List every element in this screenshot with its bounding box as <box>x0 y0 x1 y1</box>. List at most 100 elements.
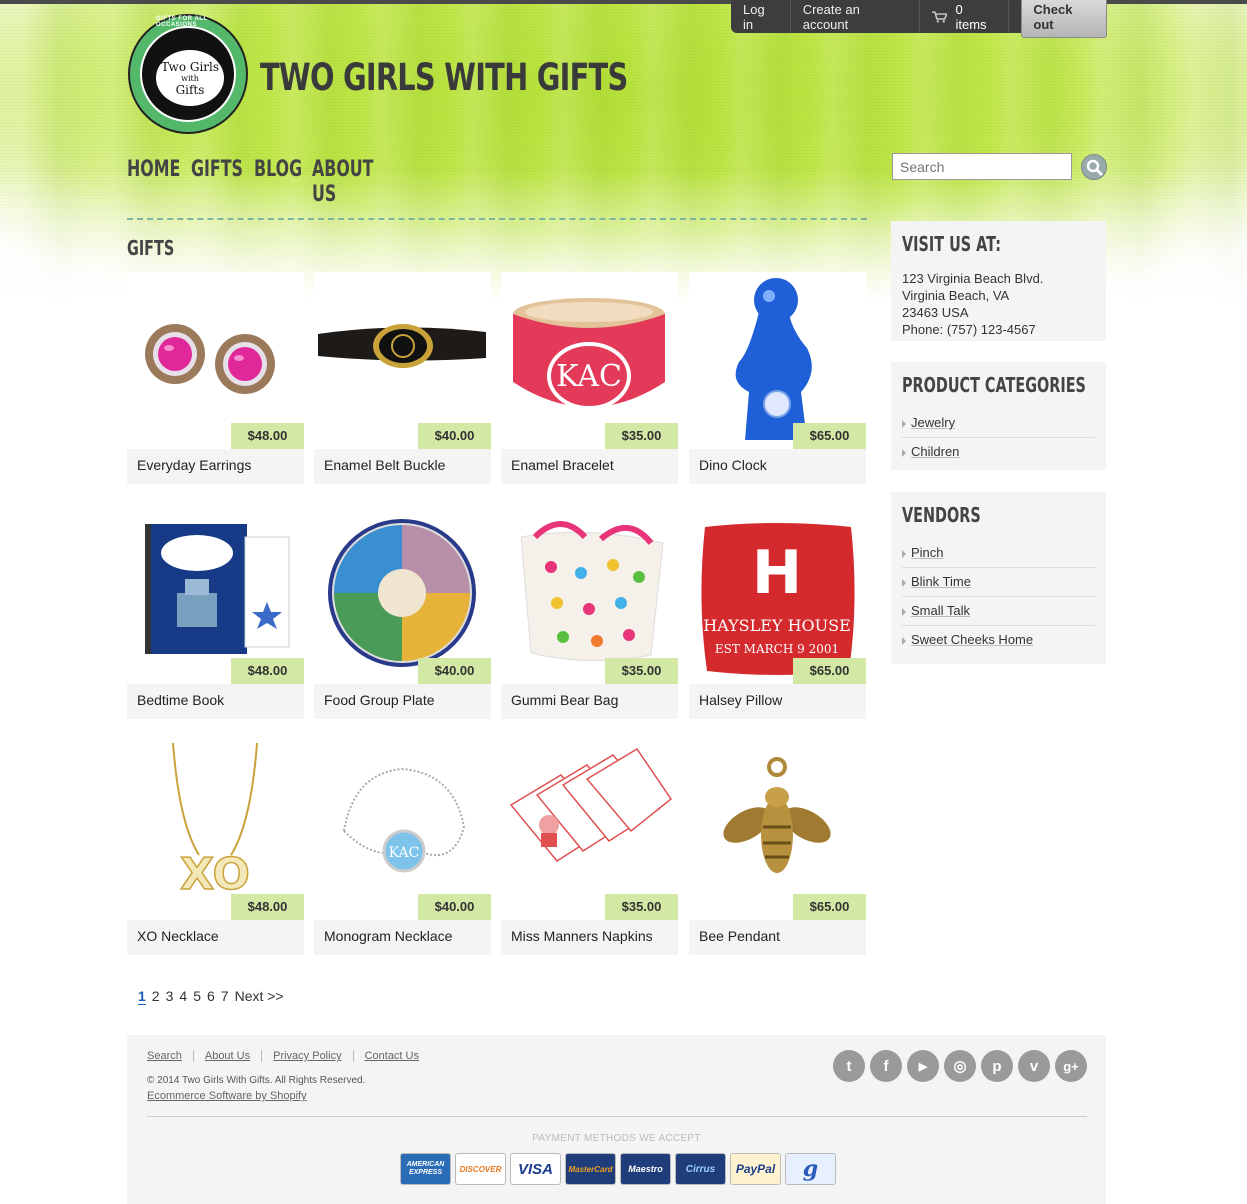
product-card[interactable]: KAC $40.00 Monogram Necklace <box>314 743 491 955</box>
product-card[interactable]: $40.00 Enamel Belt Buckle <box>314 272 491 484</box>
google-checkout-label: g <box>802 1156 819 1182</box>
product-price: $48.00 <box>231 423 304 449</box>
pillow-letter: H <box>752 538 802 608</box>
product-name[interactable]: Miss Manners Napkins <box>511 928 653 944</box>
page-title: GIFTS <box>127 236 175 260</box>
page-5-link[interactable]: 5 <box>193 988 201 1005</box>
page-7-link[interactable]: 7 <box>221 988 229 1005</box>
monogram-text: KAC <box>389 845 420 861</box>
vendor-item[interactable]: Sweet Cheeks Home <box>902 626 1095 654</box>
product-card[interactable]: $35.00 Gummi Bear Bag <box>501 507 678 719</box>
facebook-icon[interactable]: f <box>870 1050 902 1082</box>
site-title[interactable]: TWO GIRLS WITH GIFTS <box>260 56 628 99</box>
cirrus-icon: Cirrus <box>675 1153 726 1185</box>
category-label[interactable]: Children <box>911 444 959 459</box>
vendor-item[interactable]: Pinch <box>902 539 1095 568</box>
page-3-link[interactable]: 3 <box>166 988 174 1005</box>
visit-us-heading: VISIT US AT: <box>902 232 1001 256</box>
logo-line1: Two Girls <box>160 59 220 74</box>
footer-privacy-link[interactable]: Privacy Policy <box>261 1050 352 1062</box>
page-1-link[interactable]: 1 <box>138 988 146 1005</box>
nav-home[interactable]: HOME <box>127 157 180 207</box>
product-name[interactable]: Enamel Bracelet <box>511 457 614 473</box>
vendors-box: VENDORS Pinch Blink Time Small Talk Swee… <box>891 492 1106 664</box>
paypal-icon: PayPal <box>730 1153 781 1185</box>
product-card[interactable]: $48.00 Bedtime Book <box>127 507 304 719</box>
site-logo[interactable]: GIFTS FOR ALL OCCASIONS Two Girls with G… <box>128 14 248 134</box>
category-item[interactable]: Jewelry <box>902 409 1095 438</box>
vendor-label[interactable]: Small Talk <box>911 603 970 618</box>
phone: Phone: (757) 123-4567 <box>902 322 1036 337</box>
product-card[interactable]: H HAYSLEY HOUSE EST MARCH 9 2001 $65.00 … <box>689 507 866 719</box>
pagination: 1 2 3 4 5 6 7 Next >> <box>138 988 284 1005</box>
categories-list: Jewelry Children <box>902 409 1095 466</box>
logo-line2: with <box>181 73 199 83</box>
account-bar: Log in Create an account 0 items Check o… <box>731 0 1108 38</box>
footer-contact-link[interactable]: Contact Us <box>352 1050 430 1062</box>
product-price: $40.00 <box>418 423 491 449</box>
payment-methods-label: PAYMENT METHODS WE ACCEPT <box>532 1133 701 1144</box>
nav-about-us[interactable]: ABOUT US <box>312 157 384 207</box>
youtube-icon[interactable]: ▶ <box>907 1050 939 1082</box>
vendor-label[interactable]: Blink Time <box>911 574 971 589</box>
product-price: $35.00 <box>605 894 678 920</box>
product-name[interactable]: Gummi Bear Bag <box>511 692 618 708</box>
product-name[interactable]: Food Group Plate <box>324 692 435 708</box>
cart-link[interactable]: 0 items <box>920 0 1010 33</box>
page-2-link[interactable]: 2 <box>152 988 160 1005</box>
next-page-link[interactable]: Next >> <box>235 988 284 1005</box>
category-label[interactable]: Jewelry <box>911 415 955 430</box>
copyright: © 2014 Two Girls With Gifts. All Rights … <box>147 1075 366 1086</box>
mastercard-icon: MasterCard <box>565 1153 616 1185</box>
shopify-link[interactable]: Ecommerce Software by Shopify <box>147 1090 307 1102</box>
category-item[interactable]: Children <box>902 438 1095 466</box>
page-4-link[interactable]: 4 <box>179 988 187 1005</box>
product-name[interactable]: Dino Clock <box>699 457 767 473</box>
instagram-icon[interactable]: ◎ <box>944 1050 976 1082</box>
google-plus-icon[interactable]: g+ <box>1055 1050 1087 1082</box>
main-nav: HOME GIFTS BLOG ABOUT US <box>127 157 412 207</box>
product-price: $48.00 <box>231 894 304 920</box>
login-link[interactable]: Log in <box>731 0 791 33</box>
checkout-button[interactable]: Check out <box>1021 0 1108 38</box>
nav-gifts[interactable]: GIFTS <box>191 157 243 207</box>
vendor-label[interactable]: Pinch <box>911 545 944 560</box>
maestro-icon: Maestro <box>620 1153 671 1185</box>
product-card[interactable]: KAC $35.00 Enamel Bracelet <box>501 272 678 484</box>
product-categories-box: PRODUCT CATEGORIES Jewelry Children <box>891 362 1106 470</box>
product-name[interactable]: Everyday Earrings <box>137 457 251 473</box>
product-card[interactable]: $65.00 Bee Pendant <box>689 743 866 955</box>
address-line3: 23463 USA <box>902 305 969 320</box>
product-card[interactable]: $48.00 Everyday Earrings <box>127 272 304 484</box>
product-price: $40.00 <box>418 894 491 920</box>
product-card[interactable]: XO $48.00 XO Necklace <box>127 743 304 955</box>
search-button[interactable] <box>1081 154 1107 180</box>
mastercard-label: MasterCard <box>568 1164 613 1174</box>
product-card[interactable]: $65.00 Dino Clock <box>689 272 866 484</box>
twitter-icon[interactable]: t <box>833 1050 865 1082</box>
pinterest-icon[interactable]: p <box>981 1050 1013 1082</box>
page-6-link[interactable]: 6 <box>207 988 215 1005</box>
payment-methods: AMERICAN EXPRESS DISCOVER VISA MasterCar… <box>400 1153 836 1185</box>
product-name[interactable]: XO Necklace <box>137 928 219 944</box>
vendor-label[interactable]: Sweet Cheeks Home <box>911 632 1033 647</box>
product-name[interactable]: Monogram Necklace <box>324 928 452 944</box>
create-account-link[interactable]: Create an account <box>791 0 920 33</box>
product-price: $35.00 <box>605 658 678 684</box>
footer-about-link[interactable]: About Us <box>192 1050 261 1062</box>
product-card[interactable]: $35.00 Miss Manners Napkins <box>501 743 678 955</box>
product-card[interactable]: $40.00 Food Group Plate <box>314 507 491 719</box>
footer-search-link[interactable]: Search <box>147 1050 193 1062</box>
visit-us-box: VISIT US AT: 123 Virginia Beach Blvd. Vi… <box>891 221 1106 341</box>
vendor-item[interactable]: Blink Time <box>902 568 1095 597</box>
product-name[interactable]: Enamel Belt Buckle <box>324 457 445 473</box>
vimeo-icon[interactable]: v <box>1018 1050 1050 1082</box>
product-name[interactable]: Bedtime Book <box>137 692 224 708</box>
product-name[interactable]: Halsey Pillow <box>699 692 782 708</box>
nav-blog[interactable]: BLOG <box>254 157 302 207</box>
vendor-item[interactable]: Small Talk <box>902 597 1095 626</box>
search-input[interactable] <box>892 153 1072 180</box>
logo-ring-text: GIFTS FOR ALL OCCASIONS <box>156 16 208 28</box>
product-name[interactable]: Bee Pendant <box>699 928 780 944</box>
vendors-heading: VENDORS <box>902 503 981 527</box>
